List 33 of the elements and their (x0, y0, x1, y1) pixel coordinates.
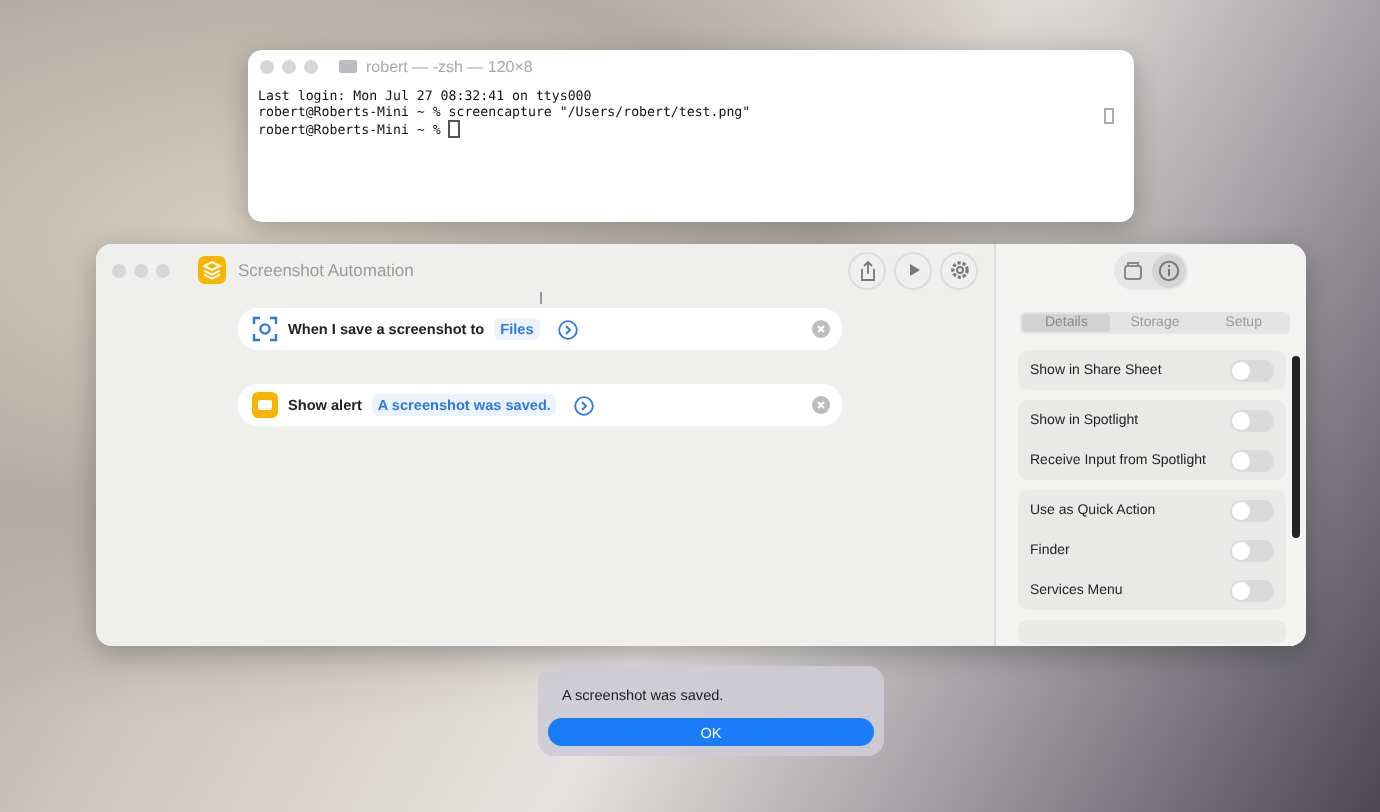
settings-button[interactable] (940, 251, 978, 289)
toggle-switch[interactable] (1230, 449, 1274, 471)
play-button[interactable] (894, 251, 932, 289)
tray-icon (1122, 259, 1144, 281)
toggle-switch[interactable] (1230, 499, 1274, 521)
text-cursor (448, 120, 461, 138)
close-icon[interactable] (812, 320, 830, 338)
folder-icon (338, 58, 358, 74)
zoom-button[interactable] (156, 263, 170, 277)
info-icon (1158, 259, 1180, 281)
close-button[interactable] (260, 59, 274, 73)
toggle-switch[interactable] (1230, 539, 1274, 561)
screenshot-icon (252, 316, 278, 342)
zoom-button[interactable] (304, 59, 318, 73)
share-button[interactable] (848, 251, 886, 289)
minimize-button[interactable] (282, 59, 296, 73)
window-title: robert — -zsh — 120×8 (366, 57, 533, 75)
chevron-circle-icon (574, 395, 595, 415)
toggle-switch[interactable] (1230, 409, 1274, 431)
toggle-switch[interactable] (1230, 359, 1274, 381)
close-icon[interactable] (812, 396, 830, 414)
chevron-circle-icon (557, 319, 578, 339)
settings-icon (947, 258, 971, 282)
scroll-bar (1104, 108, 1114, 124)
close-button[interactable] (112, 263, 126, 277)
minimize-button[interactable] (134, 263, 148, 277)
alert-icon (252, 392, 278, 418)
share-icon (855, 258, 879, 282)
info-button[interactable] (1152, 253, 1186, 287)
connector-line (540, 292, 542, 304)
toggle-switch[interactable] (1230, 579, 1274, 601)
layers-icon (198, 256, 226, 284)
window-title: Screenshot Automation (238, 260, 414, 280)
